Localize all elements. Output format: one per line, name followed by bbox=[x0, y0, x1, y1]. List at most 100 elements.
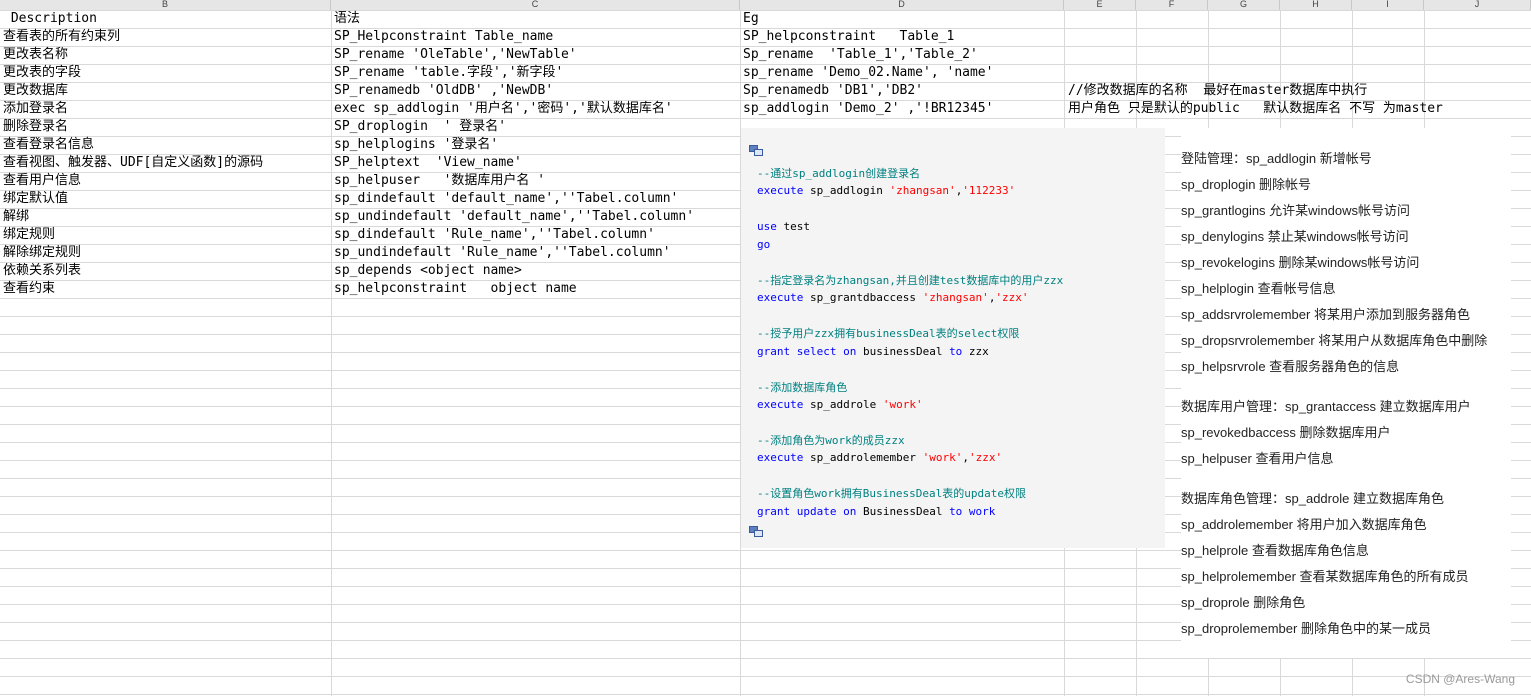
note-item: sp_grantlogins 允许某windows帐号访问 bbox=[1181, 203, 1411, 218]
code-token: execute bbox=[757, 184, 804, 198]
code-token: --指定登录名为zhangsan,并且创建test数据库中的用户zzx bbox=[757, 273, 1064, 287]
code-line: --指定登录名为zhangsan,并且创建test数据库中的用户zzx bbox=[757, 272, 1063, 289]
cell-d-row-4[interactable]: sp_rename 'Demo_02.Name', 'name' bbox=[743, 64, 993, 82]
cell-b-row-2[interactable]: 查看表的所有约束列 bbox=[3, 28, 120, 46]
cell-c-row-9[interactable]: SP_helptext 'View_name' bbox=[334, 154, 522, 172]
code-token: to bbox=[949, 504, 963, 518]
code-line: --通过sp_addlogin创建登录名 bbox=[757, 165, 920, 182]
cell-c-row-5[interactable]: SP_renamedb 'OldDB' ,'NewDB' bbox=[334, 82, 553, 100]
code-line: execute sp_addrolemember 'work','zzx' bbox=[757, 449, 1002, 466]
cell-e-row-5[interactable]: //修改数据库的名称 最好在master数据库中执行 bbox=[1068, 82, 1367, 100]
cell-c-row-15[interactable]: sp_depends <object name> bbox=[334, 262, 522, 280]
cell-b-row-10[interactable]: 查看用户信息 bbox=[3, 172, 81, 190]
cell-c-row-16[interactable]: sp_helpconstraint object name bbox=[334, 280, 577, 298]
row-gridline bbox=[0, 118, 1531, 119]
code-line: use test bbox=[757, 218, 810, 235]
code-token: sp_addrole bbox=[803, 398, 883, 411]
row-gridline bbox=[0, 676, 1531, 677]
code-line: execute sp_addrole 'work' bbox=[757, 396, 923, 413]
cell-c-row-8[interactable]: sp_helplogins '登录名' bbox=[334, 136, 498, 154]
stored-procedure-notes: 登陆管理：sp_addlogin 新增帐号 sp_droplogin 删除帐号 sp… bbox=[1181, 128, 1511, 658]
note-item: sp_revokelogins 删除某windows帐号访问 bbox=[1181, 255, 1420, 270]
cell-c-row-6[interactable]: exec sp_addlogin '用户名','密码','默认数据库名' bbox=[334, 100, 673, 118]
cell-c-row-7[interactable]: SP_droplogin ' 登录名' bbox=[334, 118, 506, 136]
row-gridline bbox=[0, 694, 1531, 695]
cell-b-row-13[interactable]: 绑定规则 bbox=[3, 226, 55, 244]
code-token: 'zhangsan' bbox=[889, 184, 956, 198]
code-line: --添加数据库角色 bbox=[757, 379, 847, 396]
code-line: execute sp_addlogin 'zhangsan','112233' bbox=[757, 182, 1015, 199]
copy-code-icon[interactable] bbox=[749, 145, 763, 156]
column-header-g[interactable]: G bbox=[1208, 0, 1280, 10]
cell-b-row-15[interactable]: 依赖关系列表 bbox=[3, 262, 81, 280]
code-token: sp_addrolemember bbox=[803, 451, 923, 465]
cell-b-row-6[interactable]: 添加登录名 bbox=[3, 100, 68, 118]
code-line: --授予用户zzx拥有businessDeal表的select权限 bbox=[757, 325, 1019, 342]
cell-c-row-12[interactable]: sp_undindefault 'default_name',''Tabel.c… bbox=[334, 208, 694, 226]
cell-b-row-11[interactable]: 绑定默认值 bbox=[3, 190, 68, 208]
cell-b-row-8[interactable]: 查看登录名信息 bbox=[3, 136, 94, 154]
cell-b-row-5[interactable]: 更改数据库 bbox=[3, 82, 68, 100]
code-token: work bbox=[962, 504, 996, 518]
note-item: sp_revokedbaccess 删除数据库用户 bbox=[1181, 425, 1391, 440]
cell-c-row-1[interactable]: 语法 bbox=[334, 10, 360, 28]
cell-c-row-13[interactable]: sp_dindefault 'Rule_name',''Tabel.column… bbox=[334, 226, 655, 244]
cell-b-row-14[interactable]: 解除绑定规则 bbox=[3, 244, 81, 262]
column-header-e[interactable]: E bbox=[1064, 0, 1136, 10]
note-item: 数据库用户管理：sp_grantaccess 建立数据库用户 bbox=[1181, 399, 1471, 414]
cell-b-row-12[interactable]: 解绑 bbox=[3, 208, 29, 226]
cell-c-row-14[interactable]: sp_undindefault 'Rule_name',''Tabel.colu… bbox=[334, 244, 671, 262]
note-item: 数据库角色管理：sp_addrole 建立数据库角色 bbox=[1181, 491, 1444, 506]
cell-b-row-9[interactable]: 查看视图、触发器、UDF[自定义函数]的源码 bbox=[3, 154, 263, 172]
cell-c-row-2[interactable]: SP_Helpconstraint Table_name bbox=[334, 28, 553, 46]
cell-c-row-4[interactable]: SP_rename 'table.字段','新字段' bbox=[334, 64, 563, 82]
cell-b-row-16[interactable]: 查看约束 bbox=[3, 280, 55, 298]
code-token: , bbox=[962, 451, 969, 465]
code-token: to bbox=[949, 344, 963, 358]
note-item: sp_droprole 删除角色 bbox=[1181, 595, 1306, 610]
cell-b-row-3[interactable]: 更改表名称 bbox=[3, 46, 68, 64]
cell-b-row-7[interactable]: 删除登录名 bbox=[3, 118, 68, 136]
cell-d-row-2[interactable]: SP_helpconstraint Table_1 bbox=[743, 28, 954, 46]
cell-c-row-3[interactable]: SP_rename 'OleTable','NewTable' bbox=[334, 46, 577, 64]
code-line: --添加角色为work的成员zzx bbox=[757, 432, 905, 449]
note-item: 登陆管理：sp_addlogin 新增帐号 bbox=[1181, 151, 1372, 166]
cell-d-row-6[interactable]: sp_addlogin 'Demo_2' ,'!BR12345' bbox=[743, 100, 993, 118]
note-item: sp_addsrvrolemember 将某用户添加到服务器角色 bbox=[1181, 307, 1470, 322]
cell-b-row-4[interactable]: 更改表的字段 bbox=[3, 64, 81, 82]
note-item: sp_addrolemember 将用户加入数据库角色 bbox=[1181, 517, 1427, 532]
code-token: grant select on bbox=[757, 344, 857, 358]
watermark: CSDN @Ares-Wang bbox=[1405, 672, 1515, 686]
note-item: sp_helplogin 查看帐号信息 bbox=[1181, 281, 1336, 296]
cell-c-row-11[interactable]: sp_dindefault 'default_name',''Tabel.col… bbox=[334, 190, 678, 208]
code-snippet-panel: --通过sp_addlogin创建登录名 execute sp_addlogin … bbox=[741, 128, 1165, 548]
column-header-f[interactable]: F bbox=[1136, 0, 1208, 10]
column-gridline bbox=[331, 10, 332, 696]
code-token: --添加数据库角色 bbox=[757, 380, 848, 394]
code-token: execute bbox=[757, 398, 804, 411]
cell-c-row-10[interactable]: sp_helpuser '数据库用户名 ' bbox=[334, 172, 545, 190]
column-header-j[interactable]: J bbox=[1424, 0, 1531, 10]
code-token: sp_grantdbaccess bbox=[803, 291, 923, 305]
code-line: grant select on businessDeal to zzx bbox=[757, 343, 989, 360]
cell-d-row-5[interactable]: Sp_renamedb 'DB1','DB2' bbox=[743, 82, 923, 100]
cell-d-row-3[interactable]: Sp_rename 'Table_1','Table_2' bbox=[743, 46, 978, 64]
column-header-h[interactable]: H bbox=[1280, 0, 1352, 10]
code-line: execute sp_grantdbaccess 'zhangsan','zzx… bbox=[757, 289, 1029, 306]
cell-e-row-6[interactable]: 用户角色 只是默认的public 默认数据库名 不写 为master bbox=[1068, 100, 1443, 118]
row-gridline bbox=[0, 658, 1531, 659]
code-token: 'zhangsan' bbox=[922, 291, 989, 305]
column-header-i[interactable]: I bbox=[1352, 0, 1424, 10]
column-header-b[interactable]: B bbox=[0, 0, 331, 10]
row-gridline bbox=[0, 10, 1531, 11]
code-token: 'zzx' bbox=[968, 451, 1003, 465]
copy-code-icon[interactable] bbox=[749, 526, 763, 537]
cell-b-row-1[interactable]: Description bbox=[3, 10, 97, 28]
code-token: '112233' bbox=[962, 184, 1016, 198]
code-token: --添加角色为work的成员zzx bbox=[757, 434, 905, 447]
cell-d-row-1[interactable]: Eg bbox=[743, 10, 759, 28]
column-header-d[interactable]: D bbox=[740, 0, 1064, 10]
column-header-c[interactable]: C bbox=[331, 0, 740, 10]
code-token: BusinessDeal bbox=[856, 504, 950, 518]
note-item: sp_dropsrvrolemember 将某用户从数据库角色中删除 bbox=[1181, 333, 1488, 348]
